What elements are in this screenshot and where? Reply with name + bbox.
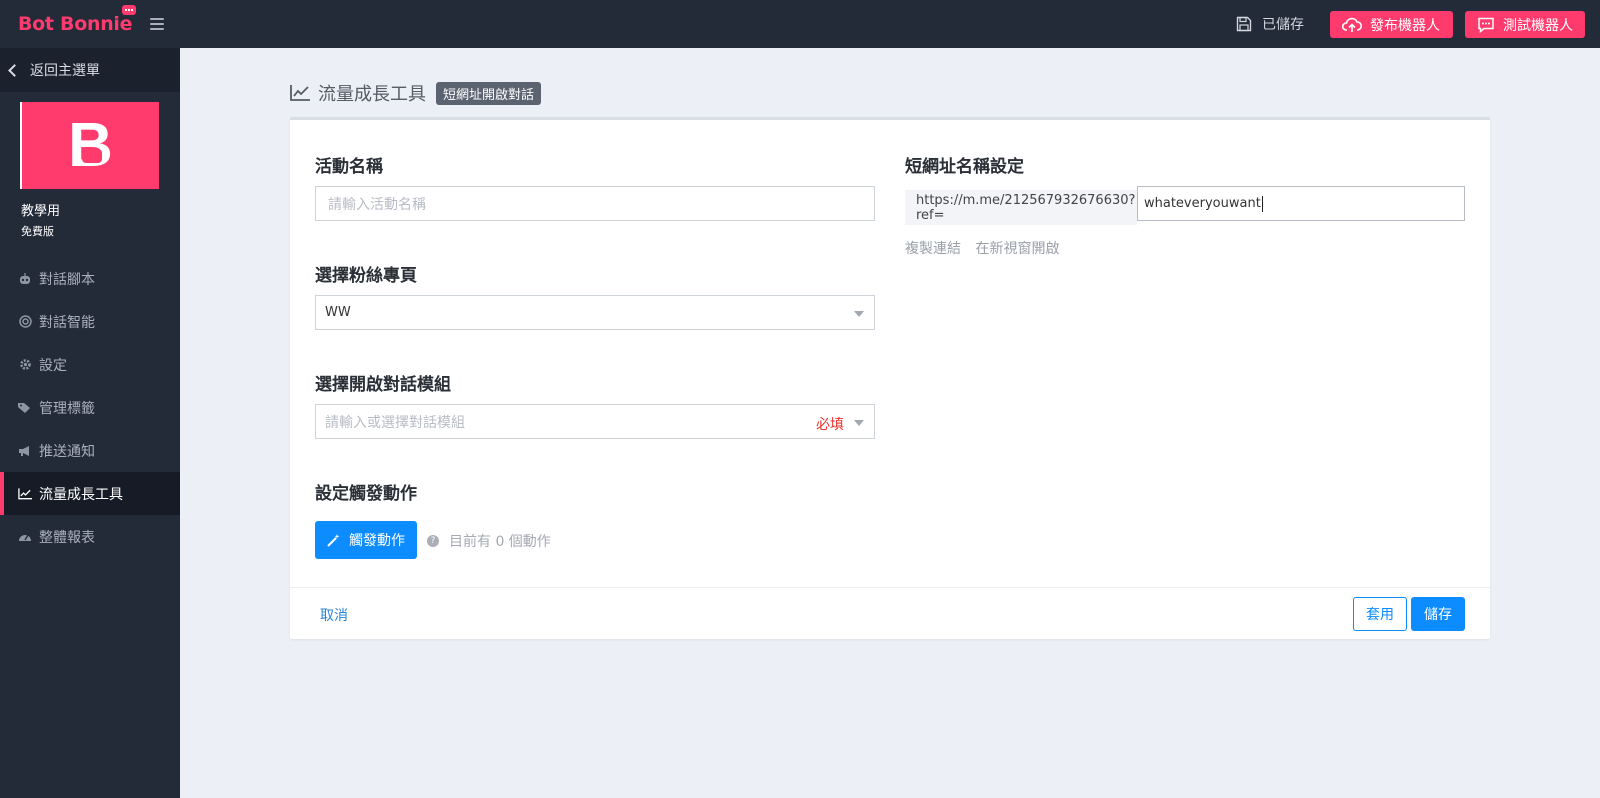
save-status-label: 已儲存: [1262, 17, 1304, 33]
sidebar-item-scripts[interactable]: 對話腳本: [0, 257, 180, 300]
bot-name: 教學用: [21, 204, 61, 219]
sidebar-item-label: 整體報表: [39, 529, 95, 546]
page-title: 流量成長工具: [318, 84, 426, 105]
fanpage-label: 選擇粉絲專頁: [315, 266, 417, 286]
save-button[interactable]: 儲存: [1411, 597, 1465, 631]
module-select[interactable]: 請輸入或選擇對話模組 必填: [315, 404, 875, 439]
sidebar-item-label: 設定: [39, 357, 67, 374]
gear-icon: [18, 358, 32, 372]
caret-down-icon: [854, 420, 864, 426]
question-circle-icon: ?: [427, 535, 439, 547]
sidebar-item-tags[interactable]: 管理標籤: [0, 386, 180, 429]
sidebar-item-label: 對話智能: [39, 314, 95, 331]
botbonnie-logo[interactable]: Bot Bonnie: [18, 5, 137, 35]
publish-bot-button[interactable]: 發布機器人: [1330, 11, 1453, 38]
sidebar-item-reports[interactable]: 整體報表: [0, 515, 180, 558]
robot-icon: [18, 272, 32, 286]
module-placeholder: 請輸入或選擇對話模組: [325, 414, 465, 431]
publish-bot-label: 發布機器人: [1370, 17, 1440, 34]
sidebar-item-label: 管理標籤: [39, 400, 95, 417]
sidebar-item-growth-tools[interactable]: 流量成長工具: [0, 472, 180, 515]
page-header: 流量成長工具 短網址開啟對話: [290, 80, 542, 106]
sidebar: Bot Bonnie 返回主選單 B 教學用 免費版 對話腳本 對話智能 設定 …: [0, 0, 180, 798]
sidebar-item-settings[interactable]: 設定: [0, 343, 180, 386]
trigger-count-text: 目前有 0 個動作: [449, 534, 551, 550]
apply-button[interactable]: 套用: [1353, 597, 1407, 631]
shorturl-name-value: whateveryouwant: [1144, 196, 1261, 211]
shorturl-prefix: https://m.me/212567932676630?ref=: [905, 190, 1137, 225]
menu-toggle-icon[interactable]: [150, 18, 164, 30]
brand-bar: Bot Bonnie: [0, 0, 180, 48]
form-card: 活動名稱 請輸入活動名稱 選擇粉絲專頁 WW 選擇開啟對話模組 請輸入或選擇對話…: [290, 117, 1490, 639]
sidebar-item-label: 推送通知: [39, 443, 95, 460]
fanpage-select[interactable]: WW: [315, 295, 875, 330]
open-new-window-link[interactable]: 在新視窗開啟: [975, 241, 1059, 257]
campaign-name-label: 活動名稱: [315, 157, 383, 177]
floppy-disk-icon: [1236, 16, 1252, 32]
logo-bubble-icon: [122, 5, 137, 15]
save-status: 已儲存: [1236, 14, 1304, 34]
sidebar-nav: 對話腳本 對話智能 設定 管理標籤 推送通知 流量成長工具 整體報表: [0, 257, 180, 558]
campaign-name-input[interactable]: 請輸入活動名稱: [315, 186, 875, 221]
sidebar-item-intelligence[interactable]: 對話智能: [0, 300, 180, 343]
target-icon: [18, 315, 32, 329]
trigger-action-label: 觸發動作: [349, 533, 405, 549]
fanpage-selected-value: WW: [325, 305, 351, 320]
logo-text: Bot Bonnie: [18, 13, 133, 35]
line-chart-icon: [290, 85, 310, 101]
caret-down-icon: [854, 311, 864, 317]
magic-wand-icon: [327, 534, 340, 547]
bot-plan: 免費版: [21, 225, 54, 238]
sidebar-item-label: 流量成長工具: [39, 486, 123, 503]
trigger-label: 設定觸發動作: [315, 484, 417, 504]
cancel-button[interactable]: 取消: [320, 605, 348, 625]
line-chart-icon: [18, 487, 32, 501]
chevron-left-icon: [8, 63, 21, 77]
campaign-name-placeholder: 請輸入活動名稱: [328, 196, 426, 213]
cloud-upload-icon: [1342, 17, 1362, 32]
copy-link-button[interactable]: 複製連結: [905, 241, 961, 257]
tags-icon: [18, 401, 32, 415]
required-indicator: 必填: [816, 417, 844, 433]
back-to-main-menu[interactable]: 返回主選單: [0, 48, 180, 92]
topbar: 已儲存 發布機器人 測試機器人: [180, 0, 1600, 48]
chat-bubble-icon: [1478, 17, 1494, 33]
bot-avatar-initial: B: [68, 110, 113, 180]
sidebar-item-push[interactable]: 推送通知: [0, 429, 180, 472]
dashboard-icon: [18, 530, 32, 544]
page-type-badge: 短網址開啟對話: [436, 81, 542, 105]
bot-avatar[interactable]: B: [20, 102, 159, 189]
trigger-count-hint: ? 目前有 0 個動作: [427, 531, 551, 551]
text-cursor: [1261, 195, 1263, 212]
megaphone-icon: [18, 444, 32, 458]
shorturl-prefix-text: https://m.me/212567932676630?ref=: [916, 192, 1136, 223]
test-bot-button[interactable]: 測試機器人: [1465, 11, 1585, 38]
module-label: 選擇開啟對話模組: [315, 375, 451, 395]
back-label: 返回主選單: [30, 63, 100, 79]
sidebar-item-label: 對話腳本: [39, 271, 95, 288]
shorturl-label: 短網址名稱設定: [905, 157, 1024, 177]
trigger-action-button[interactable]: 觸發動作: [315, 521, 417, 559]
shorturl-links: 複製連結 在新視窗開啟: [905, 238, 1069, 258]
test-bot-label: 測試機器人: [1503, 17, 1573, 34]
footer-divider: [290, 587, 1490, 588]
shorturl-name-input[interactable]: whateveryouwant: [1137, 186, 1465, 221]
